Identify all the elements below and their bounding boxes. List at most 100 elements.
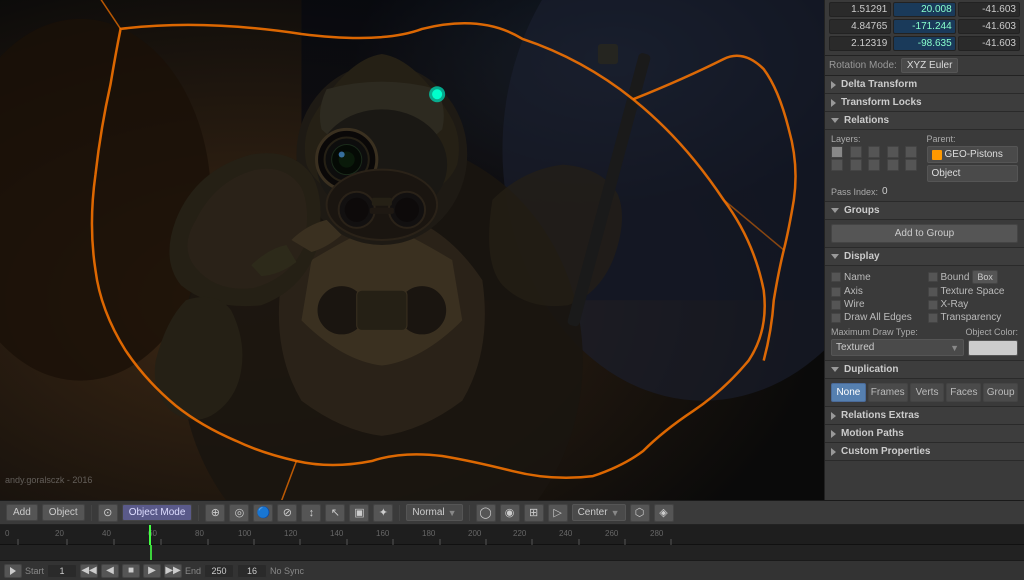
draw-type-select[interactable]: Textured ▼ [831, 339, 964, 356]
layer-btn-8[interactable] [868, 159, 880, 171]
custom-properties-arrow [831, 448, 836, 456]
cb-texture-space[interactable] [928, 287, 938, 297]
section-motion-paths[interactable]: Motion Paths [825, 425, 1024, 443]
playback-frame-field[interactable]: 16 [237, 564, 267, 578]
checkbox-name[interactable]: Name [831, 270, 922, 284]
checkbox-wire[interactable]: Wire [831, 299, 922, 310]
transform-icon[interactable]: ✦ [373, 504, 393, 522]
add-to-group-button[interactable]: Add to Group [831, 224, 1018, 243]
checkbox-xray[interactable]: X-Ray [928, 299, 1019, 310]
checkbox-transparency[interactable]: Transparency [928, 312, 1019, 323]
num-field-2-3[interactable]: -41.603 [958, 19, 1020, 34]
cb-draw-all-edges[interactable] [831, 313, 841, 323]
num-field-1-1[interactable]: 1.51291 [829, 2, 891, 17]
layer-btn-5[interactable] [905, 146, 917, 158]
play-btn-back[interactable]: ◀ [101, 564, 119, 578]
center-arrow-icon: ▼ [611, 508, 620, 518]
section-groups-header[interactable]: Groups [825, 202, 1024, 220]
draw-type-row: Textured ▼ [831, 339, 1018, 356]
section-relations-extras[interactable]: Relations Extras [825, 407, 1024, 425]
dup-btn-frames[interactable]: Frames [868, 383, 908, 402]
snap-icon[interactable]: 🔵 [253, 504, 273, 522]
render-icon[interactable]: ▷ [548, 504, 568, 522]
motion-paths-arrow [831, 430, 836, 438]
dup-btn-none[interactable]: None [831, 383, 866, 402]
layers-label: Layers: [831, 134, 923, 144]
cb-name[interactable] [831, 272, 841, 282]
num-field-2-2[interactable]: -171.244 [893, 19, 955, 34]
timeline-ruler[interactable]: 0 20 40 60 80 100 120 [0, 525, 1024, 545]
cb-axis[interactable] [831, 287, 841, 297]
play-btn-next[interactable]: ▶▶ [164, 564, 182, 578]
object-color-swatch[interactable] [968, 340, 1018, 356]
layer-btn-6[interactable] [831, 159, 843, 171]
playback-start-field[interactable]: 1 [47, 564, 77, 578]
dup-btn-faces[interactable]: Faces [946, 383, 981, 402]
view-icon-2[interactable]: ◈ [654, 504, 674, 522]
num-field-1-2[interactable]: 20.008 [893, 2, 955, 17]
layer-btn-10[interactable] [905, 159, 917, 171]
num-field-1-3[interactable]: -41.603 [958, 2, 1020, 17]
playback-end-field[interactable]: 250 [204, 564, 234, 578]
pass-index-value[interactable]: 0 [882, 186, 888, 197]
normal-select[interactable]: Normal ▼ [406, 504, 462, 521]
layer-btn-1[interactable] [831, 146, 843, 158]
play-btn-prev[interactable]: ◀◀ [80, 564, 98, 578]
num-field-3-1[interactable]: 2.12319 [829, 36, 891, 51]
play-icon-btn[interactable] [4, 564, 22, 578]
prop-edit-2-icon[interactable]: ◉ [500, 504, 520, 522]
rotation-mode-value[interactable]: XYZ Euler [901, 58, 959, 73]
layer-btn-4[interactable] [887, 146, 899, 158]
timeline-tracks[interactable] [0, 545, 1024, 560]
playback-end-label: End [185, 566, 201, 576]
checkbox-axis[interactable]: Axis [831, 286, 922, 297]
section-transform-locks[interactable]: Transform Locks [825, 94, 1024, 112]
dup-btn-verts[interactable]: Verts [910, 383, 945, 402]
object-mode-button[interactable]: Object Mode [122, 504, 193, 521]
select-icon[interactable]: ▣ [349, 504, 369, 522]
cb-xray[interactable] [928, 300, 938, 310]
num-field-3-3[interactable]: -41.603 [958, 36, 1020, 51]
section-duplication-header[interactable]: Duplication [825, 361, 1024, 379]
section-display-header[interactable]: Display [825, 248, 1024, 266]
pivot-icon[interactable]: ◎ [229, 504, 249, 522]
cb-transparency[interactable] [928, 313, 938, 323]
svg-text:100: 100 [238, 529, 252, 538]
object-button[interactable]: Object [42, 504, 85, 521]
checkbox-bound[interactable]: Bound Box [928, 270, 1019, 284]
layer-btn-7[interactable] [850, 159, 862, 171]
view-icon-1[interactable]: ⬡ [630, 504, 650, 522]
layer-btn-9[interactable] [887, 159, 899, 171]
cb-xray-label: X-Ray [941, 299, 969, 310]
play-btn-stop[interactable]: ■ [122, 564, 140, 578]
section-delta-transform[interactable]: Delta Transform [825, 76, 1024, 94]
viewport[interactable]: andy.goralsczk - 2016 [0, 0, 824, 500]
checkbox-draw-all-edges[interactable]: Draw All Edges [831, 312, 922, 323]
box-button[interactable]: Box [972, 270, 998, 284]
grid-icon[interactable]: ⊞ [524, 504, 544, 522]
cursor-icon[interactable]: ↖ [325, 504, 345, 522]
magnet-icon[interactable]: ⊘ [277, 504, 297, 522]
parent-field[interactable]: GEO-Pistons [927, 146, 1019, 163]
toolbar-sep-3 [399, 505, 400, 521]
move-icon[interactable]: ↕ [301, 504, 321, 522]
num-field-3-2[interactable]: -98.635 [893, 36, 955, 51]
cb-wire[interactable] [831, 300, 841, 310]
num-field-2-1[interactable]: 4.84765 [829, 19, 891, 34]
section-relations-header[interactable]: Relations [825, 112, 1024, 130]
checkbox-texture-space[interactable]: Texture Space [928, 286, 1019, 297]
parent-group: Parent: GEO-Pistons Object [927, 134, 1019, 182]
object-mode-icon[interactable]: ⊙ [98, 504, 118, 522]
play-btn-fwd[interactable]: ▶ [143, 564, 161, 578]
global-icon[interactable]: ⊕ [205, 504, 225, 522]
layer-btn-2[interactable] [850, 146, 862, 158]
section-custom-properties[interactable]: Custom Properties [825, 443, 1024, 461]
prop-edit-icon[interactable]: ◯ [476, 504, 496, 522]
dup-btn-group[interactable]: Group [983, 383, 1018, 402]
numeric-fields: 1.51291 20.008 -41.603 4.84765 -171.244 … [825, 0, 1024, 56]
center-select[interactable]: Center ▼ [572, 504, 626, 521]
object-field[interactable]: Object [927, 165, 1019, 182]
add-button[interactable]: Add [6, 504, 38, 521]
layer-btn-3[interactable] [868, 146, 880, 158]
cb-bound[interactable] [928, 272, 938, 282]
